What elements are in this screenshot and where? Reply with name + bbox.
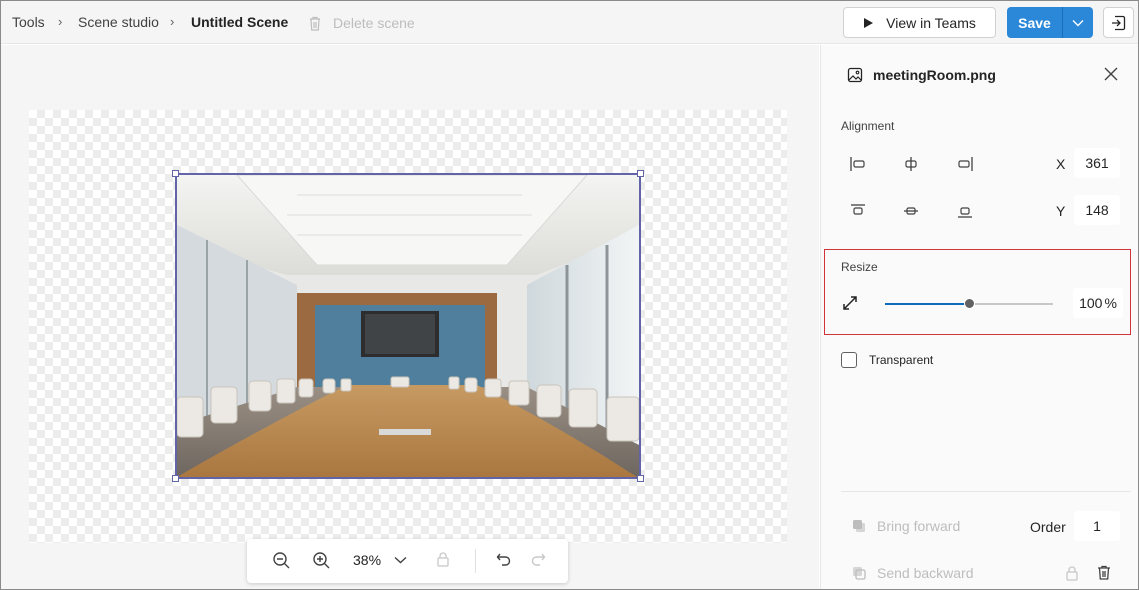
export-icon xyxy=(1111,15,1125,30)
alignment-label: Alignment xyxy=(841,119,895,133)
chevron-right-icon: › xyxy=(58,14,63,29)
align-left-button[interactable] xyxy=(847,153,869,175)
save-button[interactable]: Save xyxy=(1007,15,1062,31)
bring-forward-icon xyxy=(853,520,865,532)
align-middle-icon xyxy=(904,207,918,215)
zoom-in-icon xyxy=(313,552,330,569)
resize-icon xyxy=(842,295,858,314)
align-middle-button[interactable] xyxy=(900,200,922,222)
zoom-in-button[interactable] xyxy=(312,551,331,570)
align-right-icon xyxy=(958,157,973,171)
resize-handle-bottom-left[interactable] xyxy=(172,475,179,482)
view-in-teams-button[interactable]: View in Teams xyxy=(843,7,996,38)
view-in-teams-label: View in Teams xyxy=(886,14,976,31)
resize-handle-bottom-right[interactable] xyxy=(637,475,644,482)
lock-icon xyxy=(437,552,449,567)
chevron-right-icon: › xyxy=(170,14,175,29)
bring-forward-label: Bring forward xyxy=(877,518,961,534)
bring-forward-button[interactable]: Bring forward xyxy=(851,518,960,534)
redo-icon xyxy=(531,553,546,566)
y-label: Y xyxy=(1056,203,1066,219)
meeting-room-illustration xyxy=(177,175,639,477)
play-icon xyxy=(864,17,874,28)
align-center-horizontal-icon xyxy=(905,157,917,171)
undo-icon xyxy=(496,553,511,566)
resize-percent-input[interactable]: 100 % xyxy=(1073,288,1123,318)
breadcrumb-current: Untitled Scene xyxy=(191,14,289,30)
zoom-out-button[interactable] xyxy=(272,551,291,570)
panel-divider xyxy=(841,491,1131,492)
lock-layer-button[interactable] xyxy=(1065,565,1079,585)
chevron-down-icon xyxy=(1072,19,1084,26)
align-left-icon xyxy=(850,157,865,171)
save-split-button: Save xyxy=(1007,7,1093,38)
redo-button[interactable] xyxy=(530,551,546,567)
breadcrumb-tools[interactable]: Tools xyxy=(12,14,45,30)
align-top-icon xyxy=(851,204,865,215)
export-button[interactable] xyxy=(1103,7,1134,38)
zoom-level: 38% xyxy=(353,552,382,568)
delete-scene-button[interactable]: Delete scene xyxy=(307,12,415,34)
align-top-button[interactable] xyxy=(847,200,869,222)
order-label: Order xyxy=(1030,519,1066,535)
meeting-room-image[interactable] xyxy=(175,173,641,479)
resize-handle-top-left[interactable] xyxy=(172,170,179,177)
resize-label: Resize xyxy=(841,260,878,274)
close-button[interactable] xyxy=(1104,67,1118,84)
transparent-checkbox[interactable] xyxy=(841,352,857,368)
resize-percent-value: 100 xyxy=(1079,295,1103,311)
resize-section: Resize 100 % xyxy=(824,249,1131,335)
chevron-down-icon xyxy=(394,556,407,564)
canvas-area: 38% xyxy=(1,45,819,589)
toolbar-separator xyxy=(475,549,476,573)
close-icon xyxy=(1104,67,1118,81)
send-backward-icon xyxy=(853,567,866,580)
resize-slider-thumb[interactable] xyxy=(964,298,975,309)
x-label: X xyxy=(1056,156,1066,172)
align-bottom-button[interactable] xyxy=(954,200,976,222)
align-bottom-icon xyxy=(958,207,972,218)
top-bar: Tools › Scene studio › Untitled Scene De… xyxy=(1,1,1138,44)
delete-layer-button[interactable] xyxy=(1096,564,1112,584)
lock-icon xyxy=(1066,566,1078,581)
properties-panel: meetingRoom.png Alignment X 361 Y 148 Re… xyxy=(820,45,1138,589)
panel-title: meetingRoom.png xyxy=(873,67,996,83)
trash-icon xyxy=(310,16,320,31)
breadcrumb-scene-studio[interactable]: Scene studio xyxy=(78,14,159,30)
resize-handle-top-right[interactable] xyxy=(637,170,644,177)
trash-icon xyxy=(1098,565,1110,580)
delete-scene-label: Delete scene xyxy=(333,15,415,31)
align-center-horizontal-button[interactable] xyxy=(900,153,922,175)
zoom-out-icon xyxy=(273,552,290,569)
save-dropdown-button[interactable] xyxy=(1063,19,1093,27)
zoom-toolbar: 38% xyxy=(247,539,568,583)
transparent-label: Transparent xyxy=(869,353,934,367)
resize-percent-unit: % xyxy=(1104,295,1117,311)
y-input[interactable]: 148 xyxy=(1074,195,1120,225)
resize-slider-fill xyxy=(885,303,969,305)
align-right-button[interactable] xyxy=(954,153,976,175)
lock-button[interactable] xyxy=(436,551,450,568)
x-input[interactable]: 361 xyxy=(1074,148,1120,178)
resize-slider[interactable] xyxy=(885,298,1053,309)
undo-button[interactable] xyxy=(496,551,512,567)
image-icon xyxy=(847,67,863,86)
send-backward-label: Send backward xyxy=(877,565,974,581)
send-backward-button[interactable]: Send backward xyxy=(851,565,974,581)
order-input[interactable]: 1 xyxy=(1074,511,1120,541)
zoom-dropdown-button[interactable] xyxy=(394,556,407,564)
